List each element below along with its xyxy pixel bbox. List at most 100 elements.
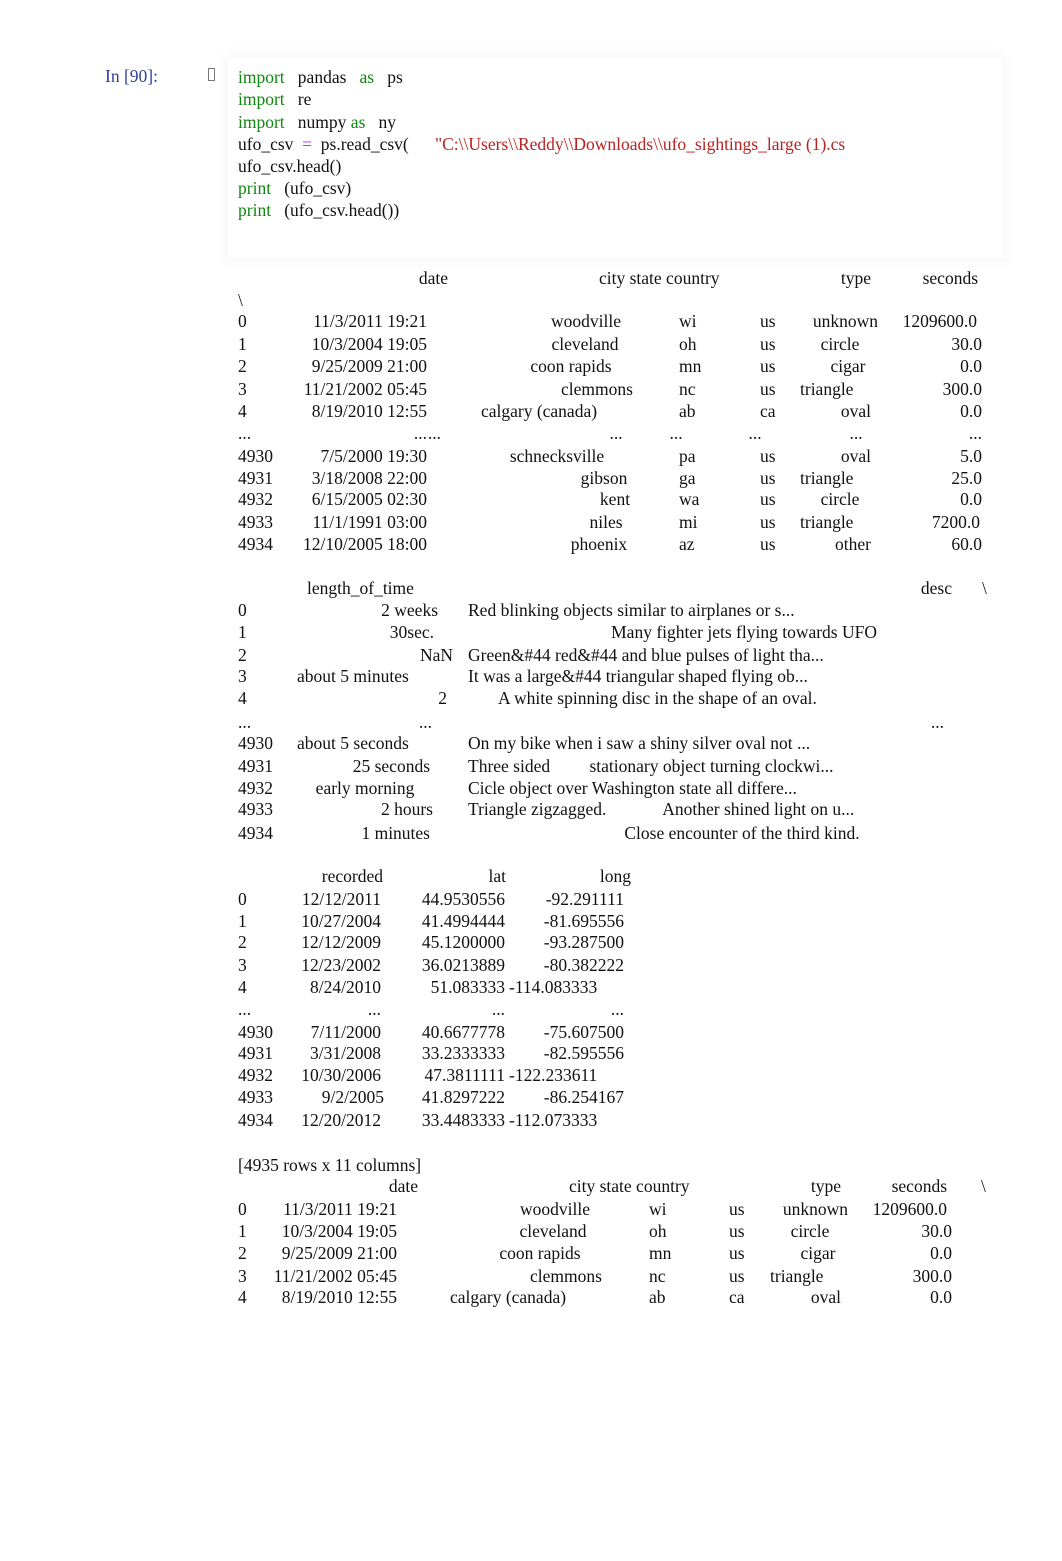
row-index: 4930 — [238, 733, 273, 753]
cell-long: ... — [610, 999, 624, 1019]
cell-desc: Triangle zigzagged. Another shined light… — [468, 799, 855, 819]
cell-seconds: 0.0 — [960, 489, 982, 509]
code-text: ufo_csv — [238, 134, 303, 154]
cell-desc: Green&#44 red&#44 and blue pulses of lig… — [468, 645, 824, 665]
cell-desc: Three sided stationary object turning cl… — [468, 756, 834, 776]
code-keyword: print — [238, 178, 272, 198]
cell-long: -122.233611 — [509, 1065, 598, 1085]
cell-lat: 47.3811111 — [424, 1065, 505, 1085]
cell-long: -82.595556 — [543, 1043, 624, 1063]
cell-date: 10/3/2004 19:05 — [281, 1221, 397, 1241]
cell-date: 11/3/2011 19:21 — [283, 1199, 397, 1219]
cell-long: -93.287500 — [543, 932, 624, 952]
cell-desc: It was a large&#44 triangular shaped fly… — [468, 666, 808, 686]
code-text: pandas — [284, 67, 360, 87]
cell-long: -114.083333 — [509, 977, 598, 997]
code-keyword: import — [238, 89, 285, 109]
cell-seconds: 1209600.0 — [872, 1199, 947, 1219]
cell-seconds: 0.0 — [930, 1243, 952, 1263]
cell-seconds: 300.0 — [942, 379, 982, 399]
cell-date: 11/3/2011 19:21 — [313, 311, 427, 331]
code-line[interactable]: print (ufo_csv) — [238, 178, 351, 198]
cell-length-of-time: ... — [418, 712, 432, 732]
cell-long: -112.073333 — [509, 1110, 598, 1130]
cell-date: 11/21/2002 05:45 — [273, 1266, 397, 1286]
column-header-desc: desc — [920, 578, 952, 598]
cell-seconds: 1209600.0 — [902, 311, 977, 331]
code-line[interactable]: import numpy as ny — [238, 112, 396, 132]
cell-long: -92.291111 — [545, 889, 624, 909]
cell-lat: 33.4483333 — [421, 1110, 505, 1130]
cell-ellipsis: ... — [427, 423, 441, 443]
cell-seconds: 30.0 — [951, 334, 982, 354]
code-line[interactable]: import pandas as ps — [238, 67, 403, 87]
column-header-length-of-time: length_of_time — [307, 578, 414, 598]
code-line[interactable]: ufo_csv.head() — [238, 156, 341, 176]
cell-date: 10/3/2004 19:05 — [311, 334, 427, 354]
code-keyword: as — [350, 112, 366, 132]
code-text: (ufo_csv) — [271, 178, 352, 198]
code-line[interactable]: import re — [238, 89, 311, 109]
cell-seconds: ... — [968, 423, 982, 443]
cell-desc: Cicle object over Washington state all d… — [468, 778, 797, 798]
code-string: "C:\\Users\\Reddy\\Downloads\\ufo_sighti… — [434, 134, 846, 154]
cell-long: -81.695556 — [543, 911, 624, 931]
cell-date: 11/1/1991 03:00 — [312, 512, 427, 532]
cell-collapse-icon[interactable] — [208, 68, 215, 81]
code-cell[interactable] — [228, 58, 1003, 258]
cell-date: 11/21/2002 05:45 — [303, 379, 427, 399]
code-text: ny — [365, 112, 397, 132]
cell-desc: On my bike when i saw a shiny silver ova… — [468, 733, 811, 753]
code-line[interactable]: ufo_csv = ps.read_csv( "C:\\Users\\Reddy… — [238, 134, 845, 154]
code-text: re — [284, 89, 312, 109]
cell-length-of-time: about 5 minutes — [297, 666, 409, 686]
column-header-date: date — [388, 1176, 418, 1196]
code-text: ps — [374, 67, 403, 87]
cell-length-of-time: 2 weeks — [381, 600, 438, 620]
code-text: ps.read_csv( — [312, 134, 435, 154]
cell-length-of-time: 30sec. — [389, 622, 434, 642]
cell-length-of-time: 1 minutes — [361, 823, 430, 843]
cell-lat: 51.083333 — [430, 977, 505, 997]
code-line[interactable]: print (ufo_csv.head()) — [238, 200, 399, 220]
cell-seconds: 0.0 — [960, 356, 982, 376]
code-keyword: print — [238, 200, 272, 220]
cell-seconds: 7200.0 — [931, 512, 980, 532]
cell-seconds: 300.0 — [912, 1266, 952, 1286]
cell-long: -86.254167 — [543, 1087, 624, 1107]
cell-desc: A white spinning disc in the shape of an… — [498, 688, 817, 708]
column-header-date: date — [418, 268, 448, 288]
cell-seconds: 5.0 — [960, 446, 982, 466]
cell-length-of-time: 25 seconds — [352, 756, 430, 776]
cell-desc: Red blinking objects similar to airplane… — [468, 600, 795, 620]
code-keyword: as — [359, 67, 375, 87]
cell-length-of-time: 2 — [438, 688, 447, 708]
dataframe-shape-summary: [4935 rows x 11 columns] — [238, 1155, 422, 1175]
cell-seconds: 0.0 — [960, 401, 982, 421]
line-continuation: \ — [982, 578, 987, 598]
cell-desc: Close encounter of the third kind. — [624, 823, 860, 843]
code-operator: = — [302, 134, 313, 154]
column-header-seconds: seconds — [891, 1176, 947, 1196]
cell-long: -75.607500 — [543, 1022, 624, 1042]
column-header-seconds: seconds — [922, 268, 978, 288]
cell-length-of-time: 2 hours — [380, 799, 433, 819]
code-text: ufo_csv.head() — [238, 156, 342, 176]
line-continuation: \ — [238, 290, 243, 310]
code-keyword: import — [238, 67, 285, 87]
cell-desc: ... — [930, 712, 944, 732]
cell-date: 9/25/2009 21:00 — [311, 356, 427, 376]
column-header-long: long — [599, 866, 631, 886]
cell-seconds: 30.0 — [921, 1221, 952, 1241]
cell-seconds: 60.0 — [951, 534, 982, 554]
code-text: (ufo_csv.head()) — [271, 200, 400, 220]
cell-date: 9/25/2009 21:00 — [281, 1243, 397, 1263]
row-index: 3 — [238, 666, 247, 686]
line-continuation: \ — [981, 1176, 986, 1196]
cell-date: 12/10/2005 18:00 — [303, 534, 427, 554]
cell-date: 6/15/2005 02:30 — [311, 489, 427, 509]
cell-date: 3/18/2008 22:00 — [311, 468, 427, 488]
cell-seconds: 0.0 — [930, 1287, 952, 1307]
code-text: numpy — [284, 112, 351, 132]
cell-prompt: In [90]: — [105, 66, 158, 86]
